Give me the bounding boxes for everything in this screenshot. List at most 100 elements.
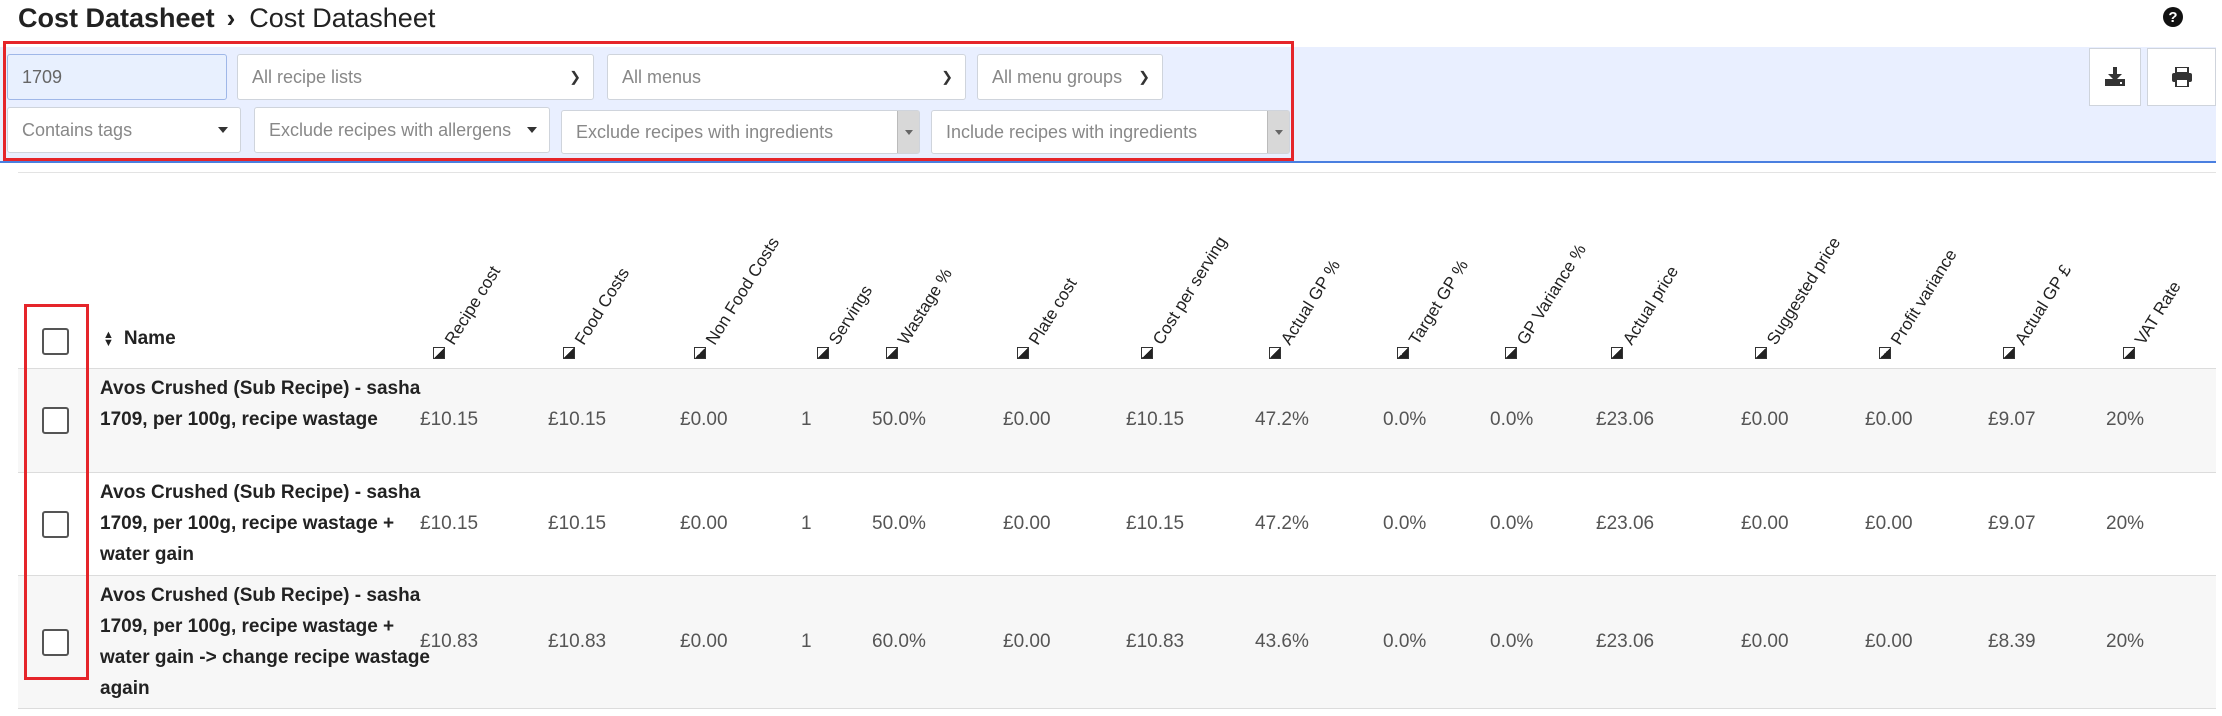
sort-icon[interactable] [1141, 347, 1153, 359]
table-cell: £23.06 [1596, 512, 1655, 534]
table-cell: 0.0% [1383, 512, 1427, 534]
print-button[interactable] [2147, 48, 2216, 106]
sort-icon[interactable] [1879, 347, 1891, 359]
menu-group-select[interactable]: All menu groups ❯ [977, 54, 1163, 100]
column-header[interactable]: Profit variance [1887, 246, 1962, 349]
search-input-wrapper[interactable] [7, 54, 227, 100]
column-header[interactable]: Plate cost [1025, 275, 1082, 349]
column-header[interactable]: Actual GP % [1277, 257, 1345, 349]
row-checkbox[interactable] [42, 510, 69, 538]
sort-icon[interactable] [2003, 347, 2015, 359]
help-icon[interactable]: ? [2163, 7, 2183, 27]
table-cell: 20% [2106, 409, 2145, 430]
table-cell: £10.83 [420, 630, 479, 652]
exclude-ingredients-select-value: Exclude recipes with ingredients [576, 121, 834, 142]
dropdown-toggle-icon[interactable] [1267, 111, 1289, 153]
column-header[interactable]: Food Costs [571, 264, 634, 348]
column-header[interactable]: Cost per serving [1149, 233, 1232, 349]
table-cell: £0.00 [1741, 512, 1789, 534]
column-header[interactable]: Wastage % [894, 265, 957, 349]
chevron-down-icon: ❯ [569, 68, 581, 85]
column-header[interactable]: Non Food Costs [702, 234, 784, 349]
chevron-down-icon: ❯ [1138, 68, 1150, 85]
divider [18, 708, 2216, 709]
sort-icon[interactable] [694, 347, 706, 359]
menu-select[interactable]: All menus ❯ [607, 54, 966, 100]
column-header[interactable]: Actual GP £ [2011, 261, 2076, 348]
allergens-select-value: Exclude recipes with allergens [269, 119, 512, 140]
table-cell: 1 [801, 512, 812, 534]
table-cell: £0.00 [680, 630, 728, 652]
caret-down-icon [527, 127, 537, 133]
table-cell: £0.00 [1741, 409, 1789, 430]
table-cell: £10.15 [1126, 512, 1185, 534]
row-checkbox[interactable] [42, 628, 69, 656]
recipe-name[interactable]: Avos Crushed (Sub Recipe) - sasha 1709, … [100, 477, 430, 570]
table-cell: 50.0% [872, 512, 926, 534]
name-column-header-label: Name [123, 328, 176, 349]
table-cell: £0.00 [1003, 409, 1051, 430]
sort-icon[interactable] [817, 347, 829, 359]
table-cell: £10.15 [548, 409, 607, 430]
table-cell: £10.15 [420, 512, 479, 534]
sort-icon[interactable] [1397, 347, 1409, 359]
table-cell: £10.83 [548, 630, 607, 652]
sort-icon[interactable] [1755, 347, 1767, 359]
table-cell: £0.00 [1003, 630, 1051, 652]
row-checkbox[interactable] [42, 407, 69, 434]
table-cell: 47.2% [1255, 512, 1309, 534]
download-button[interactable] [2089, 48, 2141, 106]
table-cell: £0.00 [680, 512, 728, 534]
sort-icon[interactable] [433, 347, 445, 359]
table-cell: £10.15 [420, 409, 479, 430]
include-ingredients-select[interactable]: Include recipes with ingredients [931, 110, 1290, 154]
table-cell: 0.0% [1490, 630, 1534, 652]
table-cell: 60.0% [872, 630, 926, 652]
column-header[interactable]: Target GP % [1405, 257, 1473, 349]
chevron-down-icon: ❯ [941, 68, 953, 85]
column-header[interactable]: Recipe cost [441, 263, 505, 349]
select-all-checkbox[interactable] [42, 328, 69, 355]
allergens-select[interactable]: Exclude recipes with allergens [254, 107, 550, 153]
dropdown-toggle-icon[interactable] [897, 111, 919, 153]
print-icon [2171, 67, 2192, 87]
table-row[interactable]: Avos Crushed (Sub Recipe) - sasha 1709, … [18, 472, 2216, 575]
sort-icon[interactable] [2123, 347, 2135, 359]
table-cell: 1 [801, 630, 812, 652]
recipe-name[interactable]: Avos Crushed (Sub Recipe) - sasha 1709, … [100, 580, 430, 704]
column-header[interactable]: Suggested price [1763, 234, 1845, 349]
table-cell: £0.00 [1865, 409, 1913, 430]
exclude-ingredients-select[interactable]: Exclude recipes with ingredients [561, 110, 920, 154]
table-cell: £8.39 [1988, 630, 2036, 652]
table-cell: £0.00 [1003, 512, 1051, 534]
sort-icon[interactable]: ▲ ▼ [103, 330, 114, 349]
recipe-name[interactable]: Avos Crushed (Sub Recipe) - sasha 1709, … [100, 373, 430, 435]
sort-icon[interactable] [1505, 347, 1517, 359]
table-row[interactable]: Avos Crushed (Sub Recipe) - sasha 1709, … [18, 368, 2216, 472]
column-header[interactable]: VAT Rate [2131, 278, 2186, 349]
column-header[interactable]: Actual price [1619, 263, 1683, 349]
table-row[interactable]: Avos Crushed (Sub Recipe) - sasha 1709, … [18, 575, 2216, 708]
table-cell: £23.06 [1596, 630, 1655, 652]
breadcrumb-root[interactable]: Cost Datasheet [18, 3, 215, 34]
sort-icon[interactable] [563, 347, 575, 359]
column-header[interactable]: Servings [825, 282, 877, 349]
table-cell: 0.0% [1490, 512, 1534, 534]
table-cell: 0.0% [1383, 409, 1427, 430]
download-icon [2105, 67, 2125, 86]
caret-down-icon [218, 127, 228, 133]
name-column-header[interactable]: ▲ ▼ Name [103, 328, 176, 350]
recipe-list-select-value: All recipe lists [252, 66, 363, 87]
table-cell: £0.00 [680, 409, 728, 430]
table-cell: £23.06 [1596, 409, 1655, 430]
recipe-list-select[interactable]: All recipe lists ❯ [237, 54, 594, 100]
tags-select[interactable]: Contains tags [7, 107, 241, 153]
column-header[interactable]: GP Variance % [1513, 241, 1591, 349]
table-cell: £10.15 [1126, 409, 1185, 430]
table-cell: 47.2% [1255, 409, 1309, 430]
sort-icon[interactable] [886, 347, 898, 359]
sort-icon[interactable] [1269, 347, 1281, 359]
sort-icon[interactable] [1611, 347, 1623, 359]
sort-icon[interactable] [1017, 347, 1029, 359]
search-input[interactable] [22, 66, 226, 88]
